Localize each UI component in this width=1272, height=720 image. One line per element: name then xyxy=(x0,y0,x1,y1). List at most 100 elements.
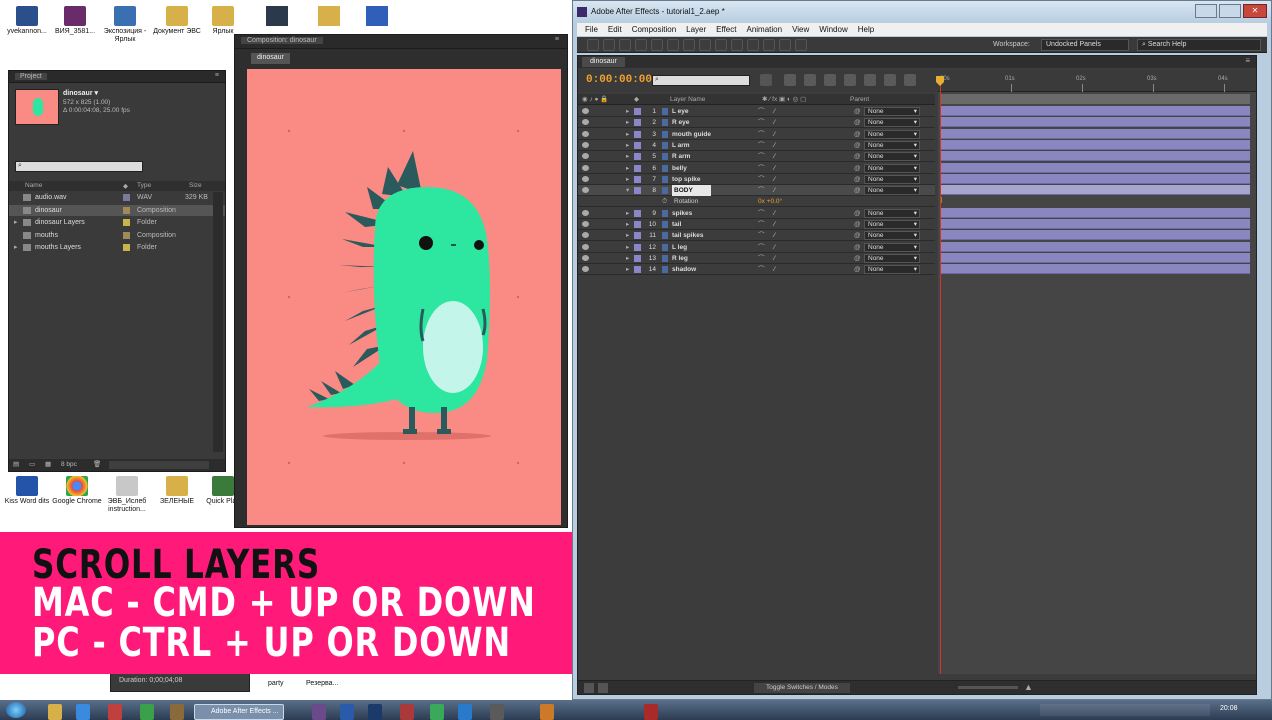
shy-switch-icon[interactable]: ⌒ xyxy=(758,264,765,275)
taskbar-pinned-app[interactable] xyxy=(170,704,184,720)
layer-row[interactable]: ▸ 12 L leg ⌒ ⁄ @ None ▾ xyxy=(578,242,935,253)
eye-icon[interactable] xyxy=(582,232,589,239)
parent-pickwhip-icon[interactable]: @ xyxy=(854,253,861,264)
draft-3d-icon[interactable] xyxy=(804,74,816,86)
quality-switch-icon[interactable]: ⁄ xyxy=(774,151,775,162)
eye-icon[interactable] xyxy=(582,164,589,171)
project-tab[interactable]: Project xyxy=(15,73,47,80)
project-item[interactable]: dinosaur Composition xyxy=(9,204,225,216)
layer-row[interactable]: ▸ 2 R eye ⌒ ⁄ @ None ▾ xyxy=(578,117,935,129)
layer-duration-bar[interactable] xyxy=(940,219,1250,229)
expand-arrow-icon[interactable]: ▸ xyxy=(626,219,629,230)
layer-duration-bar[interactable] xyxy=(940,241,1250,252)
taskbar-pinned-app[interactable] xyxy=(340,704,354,720)
expand-arrow-icon[interactable]: ▸ xyxy=(626,208,629,219)
pen-tool-icon[interactable] xyxy=(699,39,711,51)
parent-dropdown[interactable]: None ▾ xyxy=(864,140,920,150)
project-item[interactable]: mouths Composition xyxy=(9,230,225,241)
quality-switch-icon[interactable]: ⁄ xyxy=(774,242,775,253)
eye-icon[interactable] xyxy=(582,221,589,227)
layer-label-swatch[interactable] xyxy=(634,221,641,228)
shy-switch-icon[interactable]: ⌒ xyxy=(758,129,765,140)
shy-switch-icon[interactable]: ⌒ xyxy=(758,163,765,174)
menu-item-layer[interactable]: Layer xyxy=(686,23,706,36)
layer-duration-bar[interactable] xyxy=(940,207,1250,218)
eye-icon[interactable] xyxy=(582,209,589,216)
roto-brush-icon[interactable] xyxy=(779,39,791,51)
layer-label-swatch[interactable] xyxy=(634,119,641,127)
trash-icon[interactable]: 🗑 xyxy=(93,460,101,468)
selection-tool-icon[interactable] xyxy=(587,39,599,51)
eye-icon[interactable] xyxy=(582,243,589,250)
zoom-in-icon[interactable]: ▲ xyxy=(1024,682,1033,692)
brush-tool-icon[interactable] xyxy=(731,39,743,51)
expand-arrow-icon[interactable]: ▸ xyxy=(626,140,629,151)
menu-item-view[interactable]: View xyxy=(792,23,809,36)
desktop-icon[interactable] xyxy=(266,6,288,26)
parent-pickwhip-icon[interactable]: @ xyxy=(854,106,861,117)
eye-icon[interactable] xyxy=(582,266,589,273)
shy-switch-icon[interactable]: ⌒ xyxy=(758,185,765,196)
menu-item-file[interactable]: File xyxy=(585,23,598,36)
menu-item-animation[interactable]: Animation xyxy=(746,23,782,36)
project-item[interactable]: audio.wav WAV 329 KB xyxy=(9,192,225,203)
desktop-icon[interactable]: ЭВБ_Ислеб instruction... xyxy=(100,476,154,514)
layer-row[interactable]: ▾ 8 BODY ⌒ ⁄ @ None ▾ xyxy=(578,185,935,197)
layer-row[interactable]: ▸ 10 tail ⌒ ⁄ @ None ▾ xyxy=(578,219,935,230)
shy-switch-icon[interactable]: ⌒ xyxy=(758,174,765,185)
shy-switch-icon[interactable]: ⌒ xyxy=(758,117,765,128)
parent-dropdown[interactable]: None ▾ xyxy=(864,129,920,139)
hide-shy-icon[interactable] xyxy=(824,74,836,86)
expand-arrow-icon[interactable]: ▸ xyxy=(626,174,629,185)
shy-switch-icon[interactable]: ⌒ xyxy=(758,140,765,151)
layer-label-swatch[interactable] xyxy=(634,254,641,262)
item-label-swatch[interactable] xyxy=(123,231,130,239)
timecode[interactable]: 0:00:00:00 xyxy=(586,74,652,86)
desktop-icon[interactable]: Kiss Word dits xyxy=(0,476,54,506)
parent-dropdown[interactable]: None ▾ xyxy=(864,220,920,229)
parent-dropdown[interactable]: None ▾ xyxy=(864,152,920,162)
comp-mini-flowchart-icon[interactable] xyxy=(760,74,772,86)
interpret-footage-icon[interactable]: ▤ xyxy=(13,460,19,468)
layer-name[interactable]: shadow xyxy=(672,264,696,275)
layer-row[interactable]: ▸ 3 mouth guide ⌒ ⁄ @ None ▾ xyxy=(578,129,935,140)
quality-switch-icon[interactable]: ⁄ xyxy=(774,219,775,230)
layer-duration-bar[interactable] xyxy=(940,162,1250,173)
col-type[interactable]: Type xyxy=(137,182,151,189)
panel-menu-icon[interactable]: ≡ xyxy=(1245,56,1250,65)
taskbar-pinned-app[interactable] xyxy=(458,704,472,720)
parent-pickwhip-icon[interactable]: @ xyxy=(854,242,861,253)
shy-switch-icon[interactable]: ⌒ xyxy=(758,151,765,162)
layer-label-swatch[interactable] xyxy=(634,108,641,115)
shy-switch-icon[interactable]: ⌒ xyxy=(758,208,765,219)
zoom-tool-icon[interactable] xyxy=(619,39,631,51)
expand-arrow-icon[interactable]: ▸ xyxy=(626,253,629,264)
expand-switches-icon[interactable] xyxy=(598,683,608,693)
parent-pickwhip-icon[interactable]: @ xyxy=(854,129,861,140)
quality-switch-icon[interactable]: ⁄ xyxy=(774,174,775,185)
layer-name[interactable]: top spike xyxy=(672,174,701,185)
expand-arrow-icon[interactable]: ▸ xyxy=(626,106,629,117)
layer-duration-bar[interactable] xyxy=(940,106,1250,116)
zoom-slider[interactable] xyxy=(958,686,1018,689)
work-area-bar[interactable] xyxy=(940,94,1250,104)
mask-tool-icon[interactable] xyxy=(683,39,695,51)
layer-label-swatch[interactable] xyxy=(634,164,641,172)
quality-switch-icon[interactable]: ⁄ xyxy=(774,129,775,140)
parent-dropdown[interactable]: None ▾ xyxy=(864,242,920,252)
layer-row[interactable]: ▸ 5 R arm ⌒ ⁄ @ None ▾ xyxy=(578,151,935,163)
word-icon[interactable] xyxy=(366,6,388,26)
rotation-property-row[interactable]: ⏱ Rotation 0x +0.0° xyxy=(578,196,935,208)
quality-switch-icon[interactable]: ⁄ xyxy=(774,117,775,128)
quality-switch-icon[interactable]: ⁄ xyxy=(774,163,775,174)
eraser-tool-icon[interactable] xyxy=(763,39,775,51)
layer-row[interactable]: ▸ 4 L arm ⌒ ⁄ @ None ▾ xyxy=(578,140,935,151)
layer-row[interactable]: ▸ 13 R leg ⌒ ⁄ @ None ▾ xyxy=(578,253,935,264)
start-button[interactable] xyxy=(6,702,26,718)
layer-label-swatch[interactable] xyxy=(634,141,641,149)
eye-icon[interactable] xyxy=(582,119,589,126)
parent-dropdown[interactable]: None ▾ xyxy=(864,118,920,128)
layer-row[interactable]: ▸ 11 tail spikes ⌒ ⁄ @ None ▾ xyxy=(578,230,935,242)
puppet-tool-icon[interactable] xyxy=(795,39,807,51)
expand-arrow-icon[interactable]: ▸ xyxy=(626,242,629,253)
